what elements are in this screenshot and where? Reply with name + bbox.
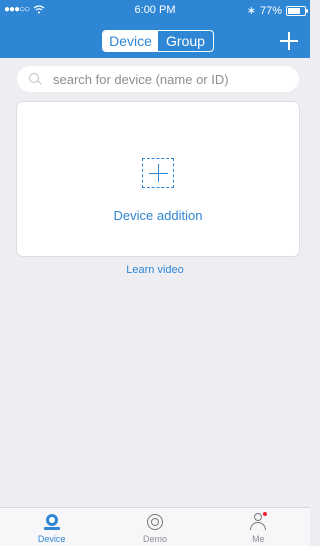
device-addition-card[interactable]: Device addition (17, 102, 299, 256)
profile-icon (248, 512, 268, 532)
status-right: ∗ 77% (246, 4, 308, 17)
tab-bar-label: Device (37, 534, 66, 544)
demo-icon (145, 512, 165, 532)
tab-bar-label: Me (252, 534, 265, 544)
battery-percent: 77% (259, 4, 282, 17)
add-button[interactable] (278, 30, 300, 52)
add-device-icon (142, 158, 174, 188)
search-icon (29, 73, 42, 85)
tab-group[interactable]: Group (158, 31, 213, 51)
notification-dot (263, 512, 268, 516)
tab-device[interactable]: Device (103, 31, 158, 51)
tab-bar-label: Demo (142, 534, 167, 544)
search-input[interactable] (51, 70, 299, 88)
device-camera-icon (42, 512, 62, 532)
battery-icon (286, 5, 308, 16)
learn-video-link[interactable]: Learn video (0, 264, 310, 276)
tab-bar-me[interactable]: Me (207, 508, 310, 546)
status-bar: ●●●○○ 6:00 PM ∗ 77% (0, 0, 310, 20)
app-header: ●●●○○ 6:00 PM ∗ 77% Device Group (0, 0, 310, 58)
device-addition-label: Device addition (113, 208, 203, 223)
bottom-tab-bar: Device Demo Me (0, 507, 310, 546)
battery-fill (288, 7, 301, 14)
tab-bar-device[interactable]: Device (0, 508, 103, 546)
bluetooth-icon: ∗ (246, 5, 256, 17)
tab-bar-demo[interactable]: Demo (103, 508, 206, 546)
device-group-segmented-control: Device Group (102, 30, 214, 52)
search-bar (17, 66, 299, 92)
